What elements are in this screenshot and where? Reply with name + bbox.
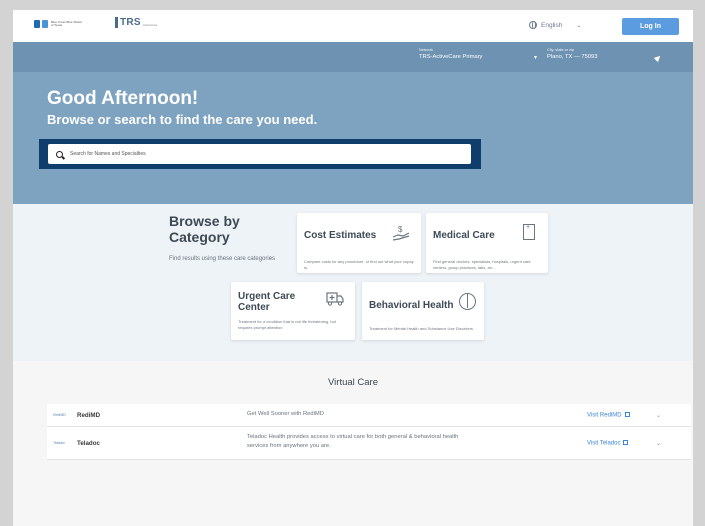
trs-logo-subtext: ActiveCare: [142, 23, 158, 27]
locate-arrow-icon[interactable]: [653, 53, 663, 63]
browse-categories-section: Browse by Category Find results using th…: [13, 204, 693, 361]
virtual-care-heading: Virtual Care: [328, 377, 378, 388]
card-description: Treatment for Mental Health and Substanc…: [369, 326, 473, 331]
hero-section: Network TRS-ActiveCare Primary ▼ City, s…: [13, 42, 693, 204]
expand-chevron-icon[interactable]: ⌄: [656, 412, 661, 419]
provider-row-teladoc[interactable]: Teladoc Teladoc Teladoc Health provides …: [47, 427, 691, 460]
redimd-logo: RediMD: [53, 413, 66, 417]
brain-icon: [459, 293, 476, 310]
search-focus-frame: [39, 139, 481, 169]
hand-dollar-icon: $: [392, 225, 410, 241]
card-description: Find general doctors, specialists, hospi…: [433, 259, 531, 270]
virtual-care-section: Virtual Care RediMD RediMD Get Well Soon…: [13, 361, 693, 526]
provider-description: Get Well Sooner with RediMD: [247, 411, 324, 417]
provider-row-redimd[interactable]: RediMD RediMD Get Well Sooner with RediM…: [47, 404, 691, 427]
bcbs-logo-text: Blue Cross Blue Shield of Texas: [51, 19, 82, 27]
visit-teladoc-link[interactable]: Visit Teladoc: [587, 440, 629, 447]
hospital-building-icon: [523, 224, 535, 240]
search-box[interactable]: [48, 144, 471, 164]
location-value: Plano, TX — 75093: [547, 54, 598, 60]
visit-teladoc-link-label: Visit Teladoc: [587, 440, 621, 447]
external-link-icon: [624, 412, 630, 417]
top-bar: Blue Cross Blue Shield of Texas TRS Acti…: [13, 10, 693, 42]
trs-logo-text: TRS: [115, 17, 141, 28]
expand-chevron-icon[interactable]: ⌄: [656, 440, 661, 447]
browse-category-heading: Browse by Category: [169, 213, 240, 245]
teladoc-logo: Teladoc: [53, 441, 66, 445]
network-chevron-down-icon[interactable]: ▼: [533, 55, 538, 61]
provider-name: RediMD: [77, 412, 101, 419]
ambulance-icon: [326, 292, 344, 306]
card-title: Medical Care: [433, 230, 495, 241]
page: Blue Cross Blue Shield of Texas TRS Acti…: [13, 10, 693, 526]
provider-description: Teladoc Health provides access to virtua…: [247, 434, 459, 449]
bcbs-logo[interactable]: Blue Cross Blue Shield of Texas: [34, 20, 85, 28]
visit-redimd-link[interactable]: Visit RediMD: [587, 412, 630, 419]
svg-text:$: $: [398, 225, 403, 234]
external-link-icon: [623, 440, 629, 445]
chevron-down-icon: ⌄: [576, 22, 582, 29]
trs-logo[interactable]: TRS ActiveCare: [115, 17, 158, 28]
category-card-urgent-care[interactable]: Urgent Care Center Treatment for a condi…: [231, 282, 355, 340]
search-icon: [56, 150, 63, 158]
card-description: Compare costs for any procedure, or find…: [304, 259, 414, 270]
card-title: Behavioral Health: [369, 300, 454, 311]
hero-subheading: Browse or search to find the care you ne…: [47, 112, 318, 127]
bcbs-logo-mark: [34, 20, 48, 28]
category-card-medical-care[interactable]: Medical Care Find general doctors, speci…: [426, 213, 548, 273]
network-label: Network: [419, 48, 433, 52]
network-selector[interactable]: Network TRS-ActiveCare Primary: [419, 48, 482, 60]
visit-redimd-link-label: Visit RediMD: [587, 412, 622, 419]
language-label: English: [541, 21, 563, 29]
card-title: Cost Estimates: [304, 230, 377, 241]
location-input[interactable]: City, state or zip Plano, TX — 75093: [547, 48, 598, 60]
language-selector[interactable]: English ⌄: [529, 21, 581, 29]
category-card-behavioral-health[interactable]: Behavioral Health Treatment for Mental H…: [362, 282, 484, 340]
network-value: TRS-ActiveCare Primary: [419, 54, 483, 60]
login-button[interactable]: Log In: [622, 18, 679, 35]
search-input[interactable]: [70, 151, 430, 157]
greeting-heading: Good Afternoon!: [47, 88, 199, 109]
provider-name: Teladoc: [77, 440, 100, 447]
browse-category-subheading: Find results using these care categories: [169, 256, 276, 262]
card-description: Treatment for a condition that is not li…: [238, 319, 336, 330]
category-card-cost-estimates[interactable]: Cost Estimates $ Compare costs for any p…: [297, 213, 421, 273]
location-label: City, state or zip: [547, 48, 574, 52]
globe-icon: [529, 21, 537, 29]
card-title: Urgent Care Center: [238, 291, 296, 313]
network-location-bar: Network TRS-ActiveCare Primary ▼ City, s…: [13, 42, 693, 72]
